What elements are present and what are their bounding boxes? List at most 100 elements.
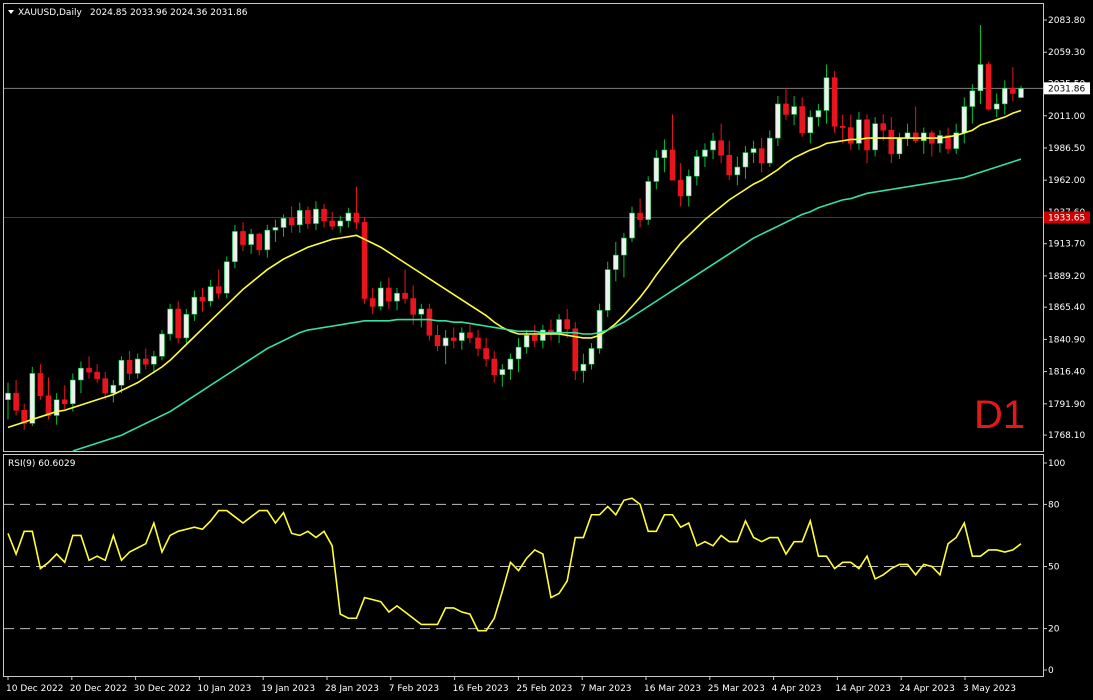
candle-body [142,358,149,365]
rsi-tick-label: 0 [1048,666,1054,676]
date-tick-label: 16 Feb 2023 [453,684,509,694]
date-tick-label: 25 Mar 2023 [708,684,765,694]
candle [831,71,838,133]
candle-body [507,358,514,370]
price-tick-label: 1791.90 [1048,400,1085,410]
price-tick-label: 2059.30 [1048,48,1085,58]
candle-body [402,292,408,299]
candle [361,216,368,304]
date-tick-label: 3 May 2023 [963,684,1016,694]
candle-body [588,348,595,365]
candle-body [53,399,60,416]
candle-body [256,233,263,251]
candle-body [29,373,36,424]
candle-body [450,337,457,341]
candle-body [896,137,903,155]
candle [426,303,433,341]
candle-body [912,132,919,142]
candle [985,61,992,111]
candle [232,224,238,269]
candle-body [831,77,838,127]
candle [223,256,230,299]
candle-body [45,395,52,416]
date-tick-label: 20 Dec 2022 [70,684,128,694]
candle-body [604,269,611,311]
date-tick-label: 30 Dec 2022 [134,684,192,694]
candle-body [880,123,887,131]
candle-body [564,319,570,330]
candle-body [612,254,619,270]
candle-body [353,212,360,223]
candle-body [766,137,773,164]
rsi-tick-label: 100 [1048,459,1065,469]
timeframe-badge: D1 [974,393,1025,437]
candle-body [572,328,579,372]
candle-body [386,287,392,302]
candle-body [791,106,797,115]
candle-body [240,231,246,245]
price-tick-label: 1962.00 [1048,176,1085,186]
date-tick-label: 28 Jan 2023 [325,684,379,694]
rsi-label: RSI(9) 60.6029 [8,459,76,469]
candle-body [653,157,660,182]
candle-body [531,335,538,341]
candle-body [758,148,765,164]
candle-body [864,119,870,151]
price-tick-label: 1768.10 [1048,431,1085,441]
candle-body [86,367,92,373]
candle-body [134,358,141,374]
price-chart[interactable]: XAUUSD,Daily 2024.85 2033.96 2024.36 203… [0,0,1093,700]
candle-body [734,166,741,176]
candle-body [199,296,206,302]
date-tick-label: 10 Jan 2023 [197,684,251,694]
candle-body [61,399,68,404]
date-tick-label: 25 Feb 2023 [516,684,572,694]
candle-body [288,217,295,226]
candle [645,176,652,225]
date-tick-label: 16 Mar 2023 [644,684,701,694]
candle-body [377,287,384,307]
date-tick-label: 7 Feb 2023 [389,684,439,694]
candle-body [337,220,344,227]
candle-body [685,175,692,197]
candle-body [580,363,587,372]
price-tick-label: 1816.40 [1048,368,1085,378]
candle-body [296,210,303,226]
svg-text:2031.86: 2031.86 [1048,84,1085,94]
rsi-tick-label: 20 [1048,625,1060,635]
candle-body [191,296,198,315]
candle [29,366,36,427]
candle-body [183,313,190,339]
current-price-label: 2031.86 [1044,82,1090,95]
price-tick-label: 1913.70 [1048,240,1085,250]
candle [183,309,190,344]
candle-body [937,135,943,144]
date-tick-label: 10 Dec 2022 [6,684,64,694]
candle-body [515,346,522,360]
candle-body [677,179,684,197]
candle-body [596,310,603,349]
candle-body [718,140,724,156]
candle-body [775,103,781,139]
symbol-label: XAUUSD,Daily [18,8,82,18]
candle-body [848,127,854,144]
candle-body [783,103,789,115]
ohlc-readout: 2024.85 2033.96 2024.36 2031.86 [90,8,248,18]
candle-body [742,152,749,168]
candle-body [629,212,635,239]
candle-body [94,371,100,379]
candle [604,261,611,317]
candle-body [175,308,181,339]
candle-body [272,227,279,231]
candle-body [475,337,481,349]
candle-body [961,106,968,134]
candle-body [232,231,238,262]
resistance-price-label: 1933.65 [1044,211,1090,224]
candle-body [872,123,878,151]
candle-body [1010,87,1016,94]
candle-body [102,378,109,394]
candle-body [523,335,530,348]
date-tick-label: 24 Apr 2023 [899,684,955,694]
date-tick-label: 19 Jan 2023 [261,684,315,694]
candle-body [661,149,668,159]
